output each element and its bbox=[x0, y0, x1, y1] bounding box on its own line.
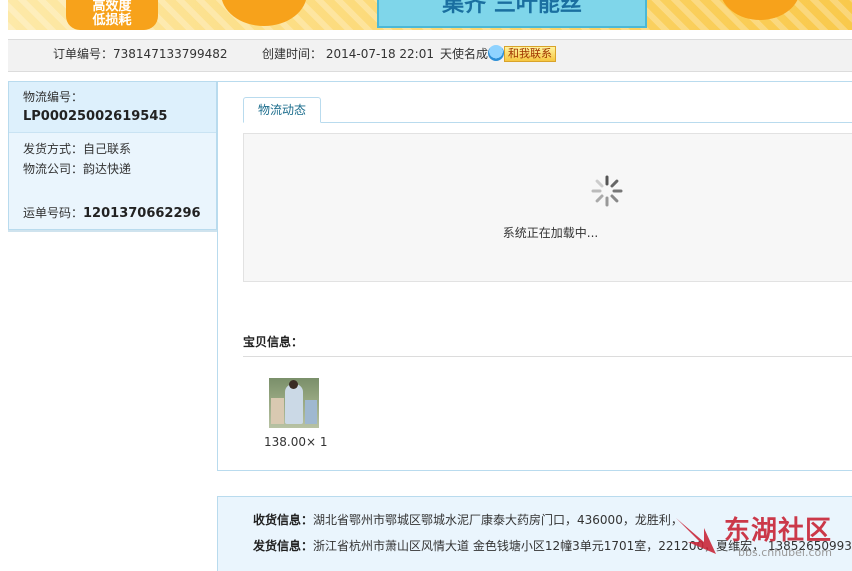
waybill-number-label: 运单号码： bbox=[23, 206, 84, 220]
goods-price-quantity: 138.00× 1 bbox=[264, 435, 328, 449]
logistics-number-section: 物流编号： LP00025002619545 bbox=[9, 82, 216, 133]
banner-badge-text-1: 高效度 bbox=[92, 0, 132, 14]
goods-divider bbox=[243, 356, 852, 357]
seller-info: 天使名成 和我联系 bbox=[440, 40, 557, 69]
site-watermark: 东湖社区 bbs.cnhubei.com bbox=[672, 508, 852, 566]
waybill-number-value: 1201370662296 bbox=[83, 206, 201, 221]
logistics-number-value: LP00025002619545 bbox=[23, 109, 168, 124]
logistics-company-label: 物流公司： bbox=[23, 162, 84, 176]
tab-bar: 物流动态 bbox=[243, 97, 852, 123]
ship-method: 发货方式：自己联系 bbox=[23, 139, 216, 159]
tab-logistics-tracking[interactable]: 物流动态 bbox=[243, 97, 321, 123]
order-number-label: 订单编号： bbox=[53, 47, 114, 61]
seller-name[interactable]: 天使名成 bbox=[440, 47, 488, 61]
logistics-company-value: 韵达快递 bbox=[83, 162, 132, 176]
receive-info: 收货信息：湖北省鄂州市鄂城区鄂城水泥厂康泰大药房门口，436000，龙胜利， bbox=[253, 511, 683, 528]
logistics-details: 发货方式：自己联系 物流公司：韵达快递 运单号码：1201370662296 bbox=[9, 133, 216, 221]
ship-method-label: 发货方式： bbox=[23, 142, 84, 156]
order-number: 订单编号：738147133799482 bbox=[53, 40, 228, 69]
tracking-content-area: 系统正在加载中... bbox=[243, 133, 852, 282]
loading-spinner-icon bbox=[591, 175, 623, 207]
logistics-info-panel: 物流编号： LP00025002619545 发货方式：自己联系 物流公司：韵达… bbox=[8, 81, 217, 230]
watermark-arrow-icon bbox=[676, 518, 716, 554]
qq-chat-icon[interactable] bbox=[488, 45, 505, 61]
banner-badge: 高效度 低损耗 bbox=[66, 0, 158, 30]
watermark-url: bbs.cnhubei.com bbox=[738, 546, 832, 559]
order-info-bar: 订单编号：738147133799482 创建时间： 2014-07-18 22… bbox=[8, 39, 852, 72]
goods-section-title: 宝贝信息： bbox=[243, 335, 304, 349]
receive-info-value: 湖北省鄂州市鄂城区鄂城水泥厂康泰大药房门口，436000，龙胜利， bbox=[313, 513, 683, 527]
ship-method-value: 自己联系 bbox=[83, 142, 132, 156]
banner-center-panel: 集齐 三叶能丝 bbox=[377, 0, 647, 28]
contact-me-button[interactable]: 和我联系 bbox=[504, 46, 557, 62]
waybill-number: 运单号码：1201370662296 bbox=[23, 204, 216, 221]
logistics-company: 物流公司：韵达快递 bbox=[23, 159, 216, 179]
goods-thumbnail-image[interactable] bbox=[269, 378, 319, 428]
logistics-number-label: 物流编号： bbox=[23, 90, 84, 104]
promo-banner[interactable]: 高效度 低损耗 集齐 三叶能丝 bbox=[8, 0, 852, 30]
send-info-label: 发货信息： bbox=[253, 539, 314, 553]
watermark-title: 东湖社区 bbox=[724, 516, 833, 546]
banner-badge-text-2: 低损耗 bbox=[92, 13, 132, 28]
created-time-label: 创建时间： bbox=[262, 47, 323, 61]
logistics-main-panel: 物流动态 系统正在加载中... 宝贝信息： 138.00× 1 bbox=[217, 81, 852, 471]
order-number-value: 738147133799482 bbox=[113, 47, 228, 61]
receive-info-label: 收货信息： bbox=[253, 513, 314, 527]
created-time: 创建时间： 2014-07-18 22:01 bbox=[262, 40, 434, 69]
loading-text: 系统正在加载中... bbox=[502, 226, 599, 240]
created-time-value: 2014-07-18 22:01 bbox=[325, 47, 434, 61]
